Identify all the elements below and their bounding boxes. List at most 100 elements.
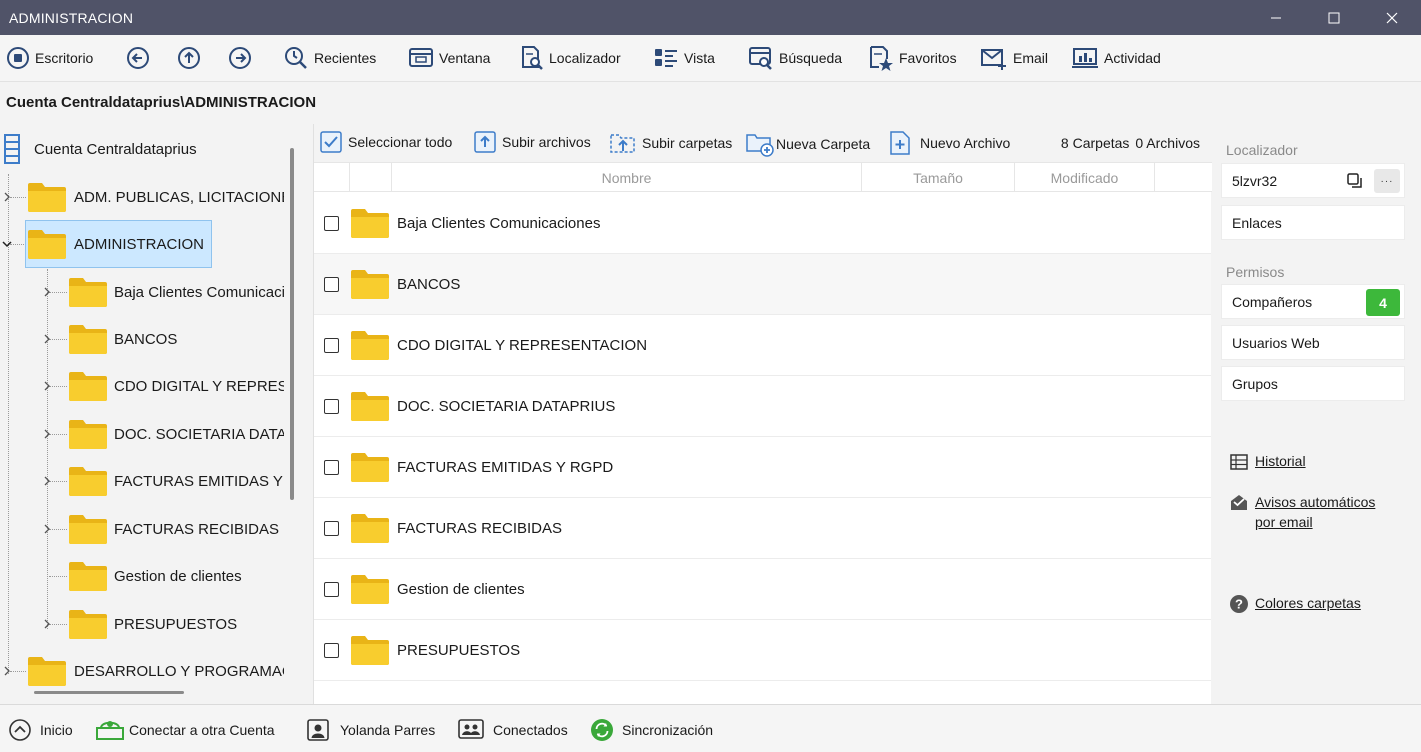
column-size[interactable]: Tamaño <box>861 163 1014 192</box>
row-checkbox[interactable] <box>324 459 339 475</box>
up-button[interactable] <box>177 43 201 73</box>
user-button[interactable]: Yolanda Parres <box>306 718 435 742</box>
ventana-button[interactable]: Ventana <box>408 43 490 73</box>
chevron-right-icon[interactable] <box>43 334 51 344</box>
vista-button[interactable]: Vista <box>653 43 715 73</box>
table-row[interactable]: FACTURAS EMITIDAS Y RGPD <box>314 437 1211 498</box>
upload-files-button[interactable]: Subir archivos <box>474 131 591 153</box>
tree-item-gestion-clientes[interactable]: Gestion de clientes <box>68 556 284 596</box>
upload-folders-button[interactable]: Subir carpetas <box>610 131 732 155</box>
row-checkbox[interactable] <box>324 215 339 231</box>
row-checkbox[interactable] <box>324 276 339 292</box>
table-row[interactable]: DOC. SOCIETARIA DATAPRIUS <box>314 376 1211 437</box>
chevron-right-icon[interactable] <box>43 619 51 629</box>
back-button[interactable] <box>126 43 150 73</box>
column-name[interactable]: Nombre <box>391 163 861 192</box>
grupos-button[interactable]: Grupos <box>1221 366 1405 401</box>
folder-icon <box>27 655 67 687</box>
chevron-right-icon[interactable] <box>3 666 11 676</box>
tree-vertical-scrollbar[interactable] <box>290 148 294 500</box>
chevron-up-circle-icon <box>9 719 31 741</box>
tree-item-baja-clientes[interactable]: Baja Clientes Comunicaciones <box>68 272 284 312</box>
table-row[interactable]: BANCOS <box>314 254 1211 315</box>
conectados-button[interactable]: Conectados <box>457 718 568 742</box>
chevron-right-icon[interactable] <box>43 476 51 486</box>
folder-icon <box>350 634 390 666</box>
row-checkbox[interactable] <box>324 337 339 353</box>
minimize-button[interactable] <box>1247 0 1305 35</box>
escritorio-button[interactable]: Escritorio <box>6 43 93 73</box>
new-folder-button[interactable]: Nueva Carpeta <box>746 131 870 157</box>
localizador-more-button[interactable]: ··· <box>1374 169 1400 193</box>
folder-icon <box>68 560 108 592</box>
tree-item-desarrollo[interactable]: DESARROLLO Y PROGRAMACION <box>27 651 284 691</box>
column-modified[interactable]: Modificado <box>1014 163 1154 192</box>
inicio-label: Inicio <box>40 722 73 738</box>
row-checkbox[interactable] <box>324 398 339 414</box>
chevron-right-icon[interactable] <box>43 429 51 439</box>
colores-carpetas-link[interactable]: ? Colores carpetas <box>1229 593 1361 614</box>
recientes-button[interactable]: Recientes <box>283 43 376 73</box>
copy-icon[interactable] <box>1347 173 1363 189</box>
new-folder-label: Nueva Carpeta <box>776 136 871 152</box>
tree-item-administracion[interactable]: ADMINISTRACION <box>27 224 287 264</box>
inicio-button[interactable]: Inicio <box>8 718 73 742</box>
file-actions-bar: Seleccionar todo Subir archivos Subir ca… <box>314 124 1212 162</box>
forward-button[interactable] <box>228 43 252 73</box>
tree-item-facturas-recibidas[interactable]: FACTURAS RECIBIDAS <box>68 509 284 549</box>
row-checkbox[interactable] <box>324 581 339 597</box>
busqueda-button[interactable]: Búsqueda <box>748 43 842 73</box>
email-button[interactable]: Email <box>980 43 1048 73</box>
tree-item-adm-publicas[interactable]: ADM. PUBLICAS, LICITACIONES <box>27 177 287 217</box>
avisos-link[interactable]: Avisos automáticos por email <box>1229 492 1375 532</box>
table-row[interactable]: Baja Clientes Comunicaciones <box>314 193 1211 254</box>
close-button[interactable] <box>1363 0 1421 35</box>
actividad-button[interactable]: Actividad <box>1071 43 1161 73</box>
table-icon <box>1230 454 1248 470</box>
localizador-value: 5lzvr32 <box>1232 172 1278 189</box>
localizador-field[interactable]: 5lzvr32 ··· <box>1221 163 1405 198</box>
tree-horizontal-scrollbar[interactable] <box>34 691 184 694</box>
minimize-icon <box>1271 17 1281 18</box>
help-icon: ? <box>1230 595 1248 613</box>
folder-icon <box>350 573 390 605</box>
table-row[interactable]: PRESUPUESTOS <box>314 620 1211 681</box>
favoritos-button[interactable]: Favoritos <box>868 43 957 73</box>
tree-item-doc-societaria[interactable]: DOC. SOCIETARIA DATAPRIUS <box>68 414 284 454</box>
table-row[interactable]: CDO DIGITAL Y REPRESENTACION <box>314 315 1211 376</box>
chevron-down-icon[interactable] <box>2 240 12 248</box>
chevron-right-icon[interactable] <box>43 287 51 297</box>
maximize-button[interactable] <box>1305 0 1363 35</box>
tree-item-label: DOC. SOCIETARIA DATAPRIUS <box>114 425 284 443</box>
new-file-button[interactable]: Nuevo Archivo <box>889 131 1010 155</box>
tree-item-bancos[interactable]: BANCOS <box>68 319 284 359</box>
sincronizacion-button[interactable]: Sincronización <box>590 718 713 742</box>
select-all-button[interactable]: Seleccionar todo <box>320 131 452 153</box>
usuarios-web-button[interactable]: Usuarios Web <box>1221 325 1405 360</box>
row-checkbox[interactable] <box>324 520 339 536</box>
folders-count: 8 Carpetas <box>1060 135 1130 151</box>
grupos-label: Grupos <box>1232 375 1278 392</box>
tree-item-root[interactable]: Cuenta Centraldataprius <box>2 129 197 169</box>
row-checkbox[interactable] <box>324 642 339 658</box>
enlaces-button[interactable]: Enlaces <box>1221 205 1405 240</box>
table-row[interactable]: Gestion de clientes <box>314 559 1211 620</box>
tree-item-presupuestos[interactable]: PRESUPUESTOS <box>68 604 284 644</box>
tree-item-cdo-digital[interactable]: CDO DIGITAL Y REPRESENTACION <box>68 366 284 406</box>
tree-item-facturas-emitidas[interactable]: FACTURAS EMITIDAS Y RGPD <box>68 461 284 501</box>
details-panel: Localizador 5lzvr32 ··· Enlaces Permisos… <box>1212 124 1421 704</box>
historial-link[interactable]: Historial <box>1229 451 1306 472</box>
tree-item-label: PRESUPUESTOS <box>114 615 238 633</box>
file-name: DOC. SOCIETARIA DATAPRIUS <box>397 397 616 415</box>
chevron-right-icon[interactable] <box>43 524 51 534</box>
file-name: BANCOS <box>397 275 461 293</box>
conectados-label: Conectados <box>493 722 568 738</box>
enlaces-label: Enlaces <box>1232 214 1282 231</box>
localizador-button[interactable]: Localizador <box>520 43 621 73</box>
companeros-button[interactable]: Compañeros 4 <box>1221 284 1405 319</box>
chevron-right-icon[interactable] <box>3 192 11 202</box>
table-row[interactable]: FACTURAS RECIBIDAS <box>314 498 1211 559</box>
conectar-cuenta-button[interactable]: Conectar a otra Cuenta <box>95 718 275 742</box>
chevron-right-icon[interactable] <box>43 381 51 391</box>
upload-file-icon <box>474 131 496 153</box>
